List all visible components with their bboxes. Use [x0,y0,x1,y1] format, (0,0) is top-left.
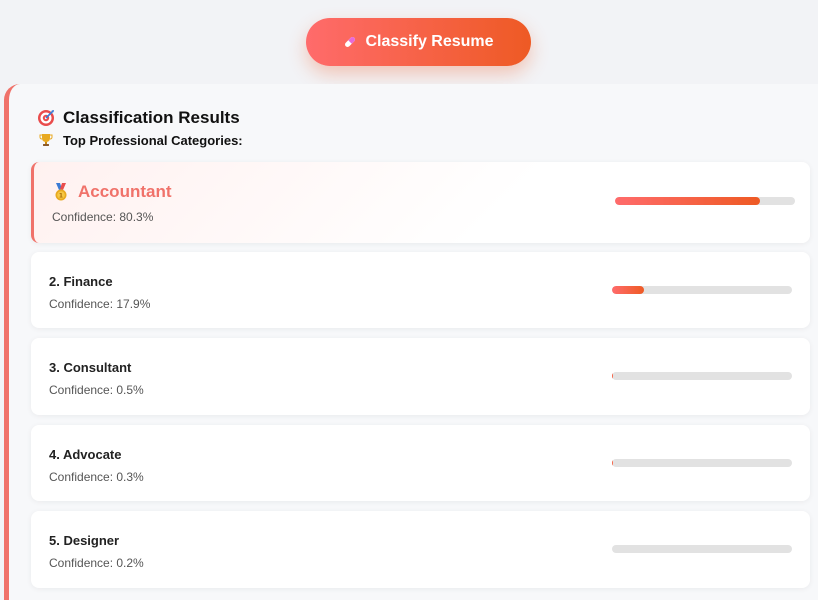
medal-icon: 1 [52,183,70,201]
page: Classify Resume Classification Results T… [0,0,818,600]
pill-icon [343,35,357,49]
result-name: 2. Finance [49,274,113,289]
result-confidence: Confidence: 80.3% [52,210,154,224]
result-name: 3. Consultant [49,360,132,375]
results-title-text: Classification Results [63,108,240,127]
results-subtitle: Top Professional Categories: [37,131,243,149]
target-icon [37,109,55,127]
confidence-bar-fill [612,286,645,294]
result-card-advocate: 4. Advocate Confidence: 0.3% [31,425,810,501]
confidence-bar [612,372,792,380]
confidence-bar [612,545,792,553]
result-card-consultant: 3. Consultant Confidence: 0.5% [31,338,810,415]
result-card-finance: 2. Finance Confidence: 17.9% [31,252,810,328]
classify-resume-label: Classify Resume [365,33,494,50]
result-confidence: Confidence: 0.5% [49,383,144,397]
results-subtitle-text: Top Professional Categories: [63,132,243,148]
confidence-bar-fill [612,372,613,380]
svg-text:1: 1 [59,193,63,200]
result-name: 1 Accountant [52,182,172,202]
result-name: 4. Advocate [49,447,122,462]
result-confidence: Confidence: 0.2% [49,556,144,570]
result-card-accountant: 1 Accountant Confidence: 80.3% [31,162,810,243]
result-name-text: Accountant [78,182,172,201]
results-panel: Classification Results Top Professional … [4,84,818,600]
result-card-designer: 5. Designer Confidence: 0.2% [31,511,810,588]
result-name: 5. Designer [49,533,120,548]
trophy-icon [37,131,55,149]
results-title: Classification Results [37,108,240,128]
result-confidence: Confidence: 17.9% [49,297,151,311]
confidence-bar [612,459,792,467]
classify-resume-button[interactable]: Classify Resume [306,18,531,66]
confidence-bar [615,197,795,205]
confidence-bar [612,286,792,294]
confidence-bar-fill [615,197,760,205]
result-confidence: Confidence: 0.3% [49,470,144,484]
confidence-bar-fill [612,459,613,467]
